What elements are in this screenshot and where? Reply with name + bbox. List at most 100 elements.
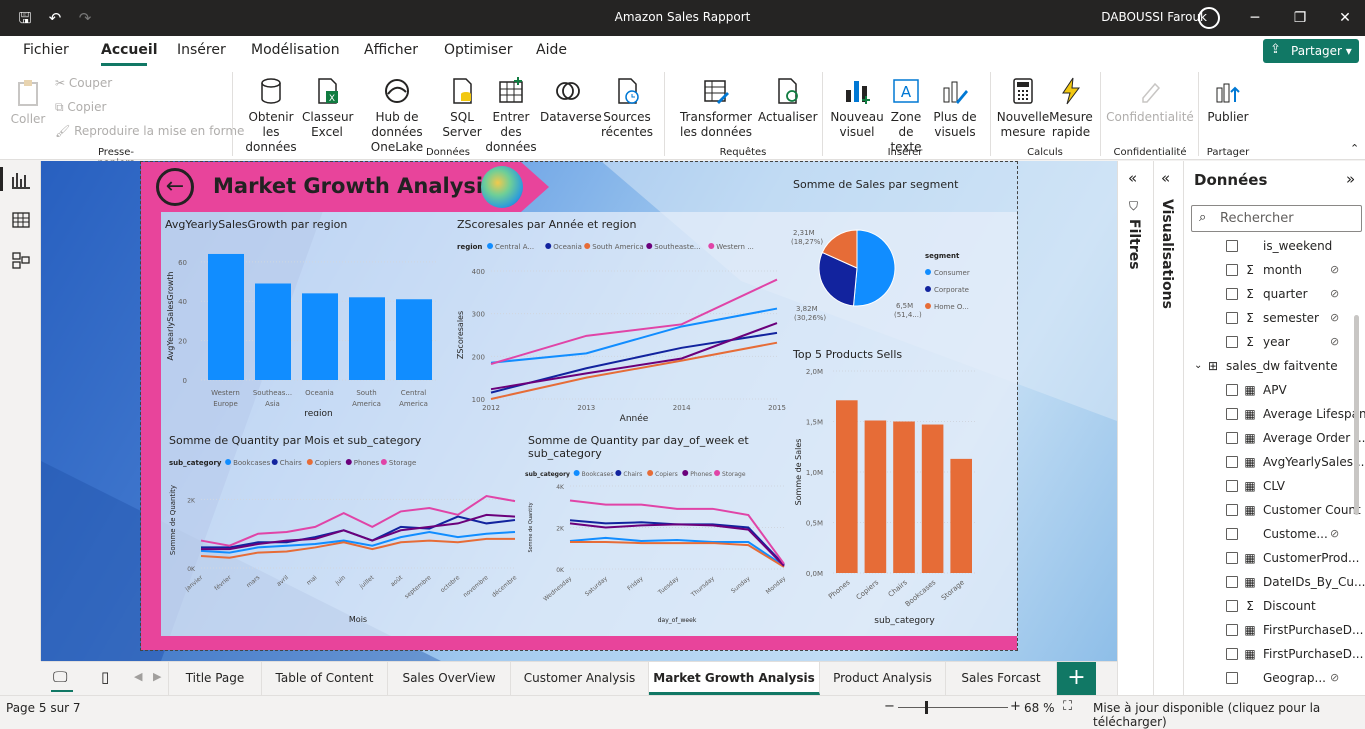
tab-product-analysis[interactable]: Product Analysis xyxy=(820,662,946,695)
more-visuals-button[interactable]: Plus de visuels xyxy=(930,76,980,140)
menu-optimiser[interactable]: Optimiser xyxy=(444,42,512,58)
model-view-icon[interactable] xyxy=(11,251,31,269)
fit-page-icon[interactable]: ⛶ xyxy=(1063,699,1072,714)
tab-sales-overview[interactable]: Sales OverView xyxy=(388,662,511,695)
menu-accueil[interactable]: Accueil xyxy=(101,42,158,58)
report-view-icon[interactable] xyxy=(11,171,31,189)
visualisations-pane[interactable]: « Visualisations xyxy=(1153,161,1183,695)
enter-data-button[interactable]: Entrer des données xyxy=(482,76,540,155)
collapse-icon[interactable]: « xyxy=(1128,169,1137,187)
zoom-slider-thumb[interactable] xyxy=(925,701,928,714)
field-item[interactable]: ▦ DateIDs_By_Cu... xyxy=(1184,570,1365,594)
chart-top-products[interactable]: Top 5 Products Sells 0,0M 0,5M 1,0M 1,5M 2,0… xyxy=(791,346,1011,631)
field-checkbox[interactable] xyxy=(1226,672,1238,684)
format-painter-button[interactable]: 🖌 Reproduire la mise en forme xyxy=(55,124,244,138)
field-checkbox[interactable] xyxy=(1226,600,1238,612)
get-data-button[interactable]: Obtenir les données xyxy=(240,76,302,155)
transform-data-button[interactable]: Transformer les données xyxy=(672,76,760,140)
onelake-button[interactable]: Hub de données OneLake xyxy=(352,76,442,155)
new-visual-button[interactable]: Nouveau visuel xyxy=(830,76,884,140)
field-checkbox[interactable] xyxy=(1226,504,1238,516)
field-checkbox[interactable] xyxy=(1226,264,1238,276)
field-item[interactable]: ▦ CustomerProd... xyxy=(1184,546,1365,570)
field-item[interactable]: ▦ FirstPurchaseD... xyxy=(1184,642,1365,666)
tab-table-of-content[interactable]: Table of Content xyxy=(262,662,388,695)
collapse-icon[interactable]: « xyxy=(1161,169,1170,187)
field-item[interactable]: Σmonth ⊘ xyxy=(1184,258,1365,282)
menu-aide[interactable]: Aide xyxy=(536,42,567,58)
zoom-slider[interactable] xyxy=(898,707,1008,708)
field-checkbox[interactable] xyxy=(1226,288,1238,300)
field-checkbox[interactable] xyxy=(1226,456,1238,468)
tab-market-growth[interactable]: Market Growth Analysis xyxy=(649,662,820,695)
user-name[interactable]: DABOUSSI Farouk xyxy=(1101,10,1207,24)
field-checkbox[interactable] xyxy=(1226,576,1238,588)
excel-button[interactable]: X Classeur Excel xyxy=(302,76,354,140)
field-checkbox[interactable] xyxy=(1226,648,1238,660)
refresh-button[interactable]: Actualiser xyxy=(758,76,818,125)
chart-quantity-month[interactable]: Somme de Quantity par Mois et sub_catego… xyxy=(165,432,520,632)
field-checkbox[interactable] xyxy=(1226,624,1238,636)
zoom-in-icon[interactable]: + xyxy=(1010,699,1021,714)
dataverse-button[interactable]: Dataverse xyxy=(540,76,602,125)
field-checkbox[interactable] xyxy=(1226,528,1238,540)
field-item[interactable]: ▦ AvgYearlySales... xyxy=(1184,450,1365,474)
publish-button[interactable]: Publier xyxy=(1204,76,1252,125)
search-input[interactable]: Rechercher xyxy=(1191,205,1362,232)
field-item[interactable]: ⌄ ⊞ sales_dw faitvente xyxy=(1184,354,1365,378)
field-item[interactable]: Geograp... ⊘ xyxy=(1184,666,1365,690)
field-item[interactable]: ▦ CLV xyxy=(1184,474,1365,498)
field-checkbox[interactable] xyxy=(1226,408,1238,420)
prev-page-icon[interactable]: ◀ xyxy=(134,670,142,683)
avatar[interactable] xyxy=(1198,7,1220,29)
field-checkbox[interactable] xyxy=(1226,552,1238,564)
field-checkbox[interactable] xyxy=(1226,336,1238,348)
menu-inserer[interactable]: Insérer xyxy=(177,42,226,58)
field-item[interactable]: Σ Discount xyxy=(1184,594,1365,618)
mobile-view-icon[interactable]: ▯ xyxy=(101,668,109,686)
tab-customer-analysis[interactable]: Customer Analysis xyxy=(511,662,649,695)
field-item[interactable]: ▦ Customer Count xyxy=(1184,498,1365,522)
chart-segment-pie[interactable]: Somme de Sales par segment 6,5M (51,4...)… xyxy=(791,176,1011,336)
expand-icon[interactable]: » xyxy=(1346,170,1355,188)
field-checkbox[interactable] xyxy=(1226,240,1238,252)
field-checkbox[interactable] xyxy=(1226,432,1238,444)
menu-fichier[interactable]: Fichier xyxy=(23,42,69,58)
chart-avg-growth[interactable]: AvgYearlySalesGrowth par region 0 20 40 60 W… xyxy=(161,216,446,416)
copy-button[interactable]: ⧉ Copier xyxy=(55,100,106,115)
recent-sources-button[interactable]: Sources récentes xyxy=(596,76,658,140)
minimize-icon[interactable]: ─ xyxy=(1245,8,1265,28)
update-notice[interactable]: Mise à jour disponible (cliquez pour la … xyxy=(1093,701,1365,729)
field-checkbox[interactable] xyxy=(1226,480,1238,492)
field-checkbox[interactable] xyxy=(1226,312,1238,324)
sensitivity-button[interactable]: Confidentialité xyxy=(1106,76,1194,125)
paste-button[interactable]: Coller xyxy=(8,78,48,127)
desktop-view-icon[interactable]: 🖵 xyxy=(53,668,67,686)
field-checkbox[interactable] xyxy=(1226,384,1238,396)
sql-server-button[interactable]: SQL Server xyxy=(442,76,482,140)
filters-pane[interactable]: « ⛉ Filtres xyxy=(1117,161,1153,695)
add-page-button[interactable]: + xyxy=(1057,662,1096,695)
cut-button[interactable]: ✂ Couper xyxy=(55,76,112,90)
text-box-button[interactable]: A Zone de texte xyxy=(882,76,930,155)
chart-zscore[interactable]: ZScoresales par Année et region region Ce… xyxy=(453,216,793,426)
field-item[interactable]: ▦ Average Lifespan xyxy=(1184,402,1365,426)
tab-title-page[interactable]: Title Page xyxy=(168,662,262,695)
field-item[interactable]: ▦ APV xyxy=(1184,378,1365,402)
table-view-icon[interactable] xyxy=(11,211,31,229)
new-measure-button[interactable]: Nouvelle mesure xyxy=(996,76,1050,140)
field-item[interactable]: Σsemester ⊘ xyxy=(1184,306,1365,330)
back-arrow-button[interactable]: ← xyxy=(156,168,194,206)
field-item[interactable]: ▦ Average Order ... xyxy=(1184,426,1365,450)
collapse-ribbon-icon[interactable]: ⌃ xyxy=(1350,142,1359,155)
field-item[interactable]: Custome... ⊘ xyxy=(1184,522,1365,546)
menu-afficher[interactable]: Afficher xyxy=(364,42,418,58)
next-page-icon[interactable]: ▶ xyxy=(153,670,161,683)
zoom-out-icon[interactable]: − xyxy=(884,699,895,714)
tab-sales-forcast[interactable]: Sales Forcast xyxy=(946,662,1057,695)
field-item[interactable]: Σyear ⊘ xyxy=(1184,330,1365,354)
chevron-down-icon[interactable]: ⌄ xyxy=(1194,354,1202,378)
maximize-icon[interactable]: ❐ xyxy=(1290,8,1310,28)
close-icon[interactable]: ✕ xyxy=(1335,8,1355,28)
scrollbar[interactable] xyxy=(1354,315,1359,515)
